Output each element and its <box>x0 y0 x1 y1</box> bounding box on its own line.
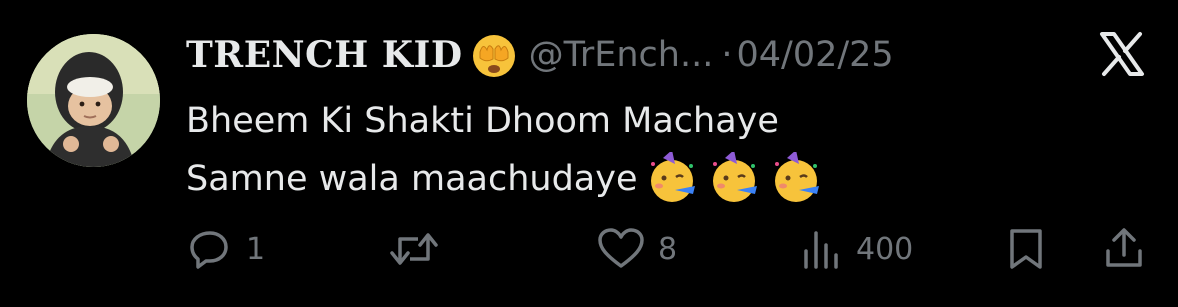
share-button[interactable] <box>1102 225 1146 273</box>
reply-button[interactable]: 1 <box>186 225 265 273</box>
bar-chart-icon <box>804 231 838 269</box>
user-handle[interactable]: @TrEnch... <box>529 35 714 75</box>
share-icon <box>1106 228 1142 267</box>
tweet-header: TRENCH KID @TrEnch... · 04/02/25 <box>186 30 894 80</box>
display-name[interactable]: TRENCH KID <box>186 34 463 76</box>
tweet-date[interactable]: 04/02/25 <box>736 35 893 75</box>
heart-icon <box>598 228 644 268</box>
reply-count: 1 <box>246 231 266 267</box>
tweet-text: Bheem Ki Shakti Dhoom Machaye Samne wala… <box>186 92 823 208</box>
partying-face-icon <box>769 150 823 206</box>
separator-dot: · <box>721 35 733 75</box>
x-logo-icon <box>1098 30 1146 78</box>
retweet-icon <box>390 233 438 265</box>
tweet-text-line-2-content: Samne wala maachudaye <box>186 159 638 199</box>
view-count: 400 <box>856 231 914 267</box>
tweet-card[interactable]: TRENCH KID @TrEnch... · 04/02/25 Bheem K… <box>0 0 1178 307</box>
like-button[interactable]: 8 <box>596 225 677 273</box>
tweet-text-line-1: Bheem Ki Shakti Dhoom Machaye <box>186 92 823 150</box>
views-button[interactable]: 400 <box>800 225 913 273</box>
face-with-hands-over-eyes-icon <box>469 30 519 80</box>
like-count: 8 <box>658 231 678 267</box>
bookmark-button[interactable] <box>1006 225 1046 273</box>
avatar[interactable] <box>27 34 160 167</box>
partying-face-icon <box>707 150 761 206</box>
partying-face-icon <box>645 150 699 206</box>
tweet-text-line-2: Samne wala maachudaye <box>186 150 823 208</box>
action-bar: 1 8 400 <box>186 225 1146 273</box>
retweet-button[interactable] <box>388 225 452 273</box>
bookmark-icon <box>1010 229 1042 269</box>
tweet-text-line-1-content: Bheem Ki Shakti Dhoom Machaye <box>186 101 779 141</box>
reply-icon <box>190 231 228 269</box>
avatar-image <box>27 34 160 167</box>
